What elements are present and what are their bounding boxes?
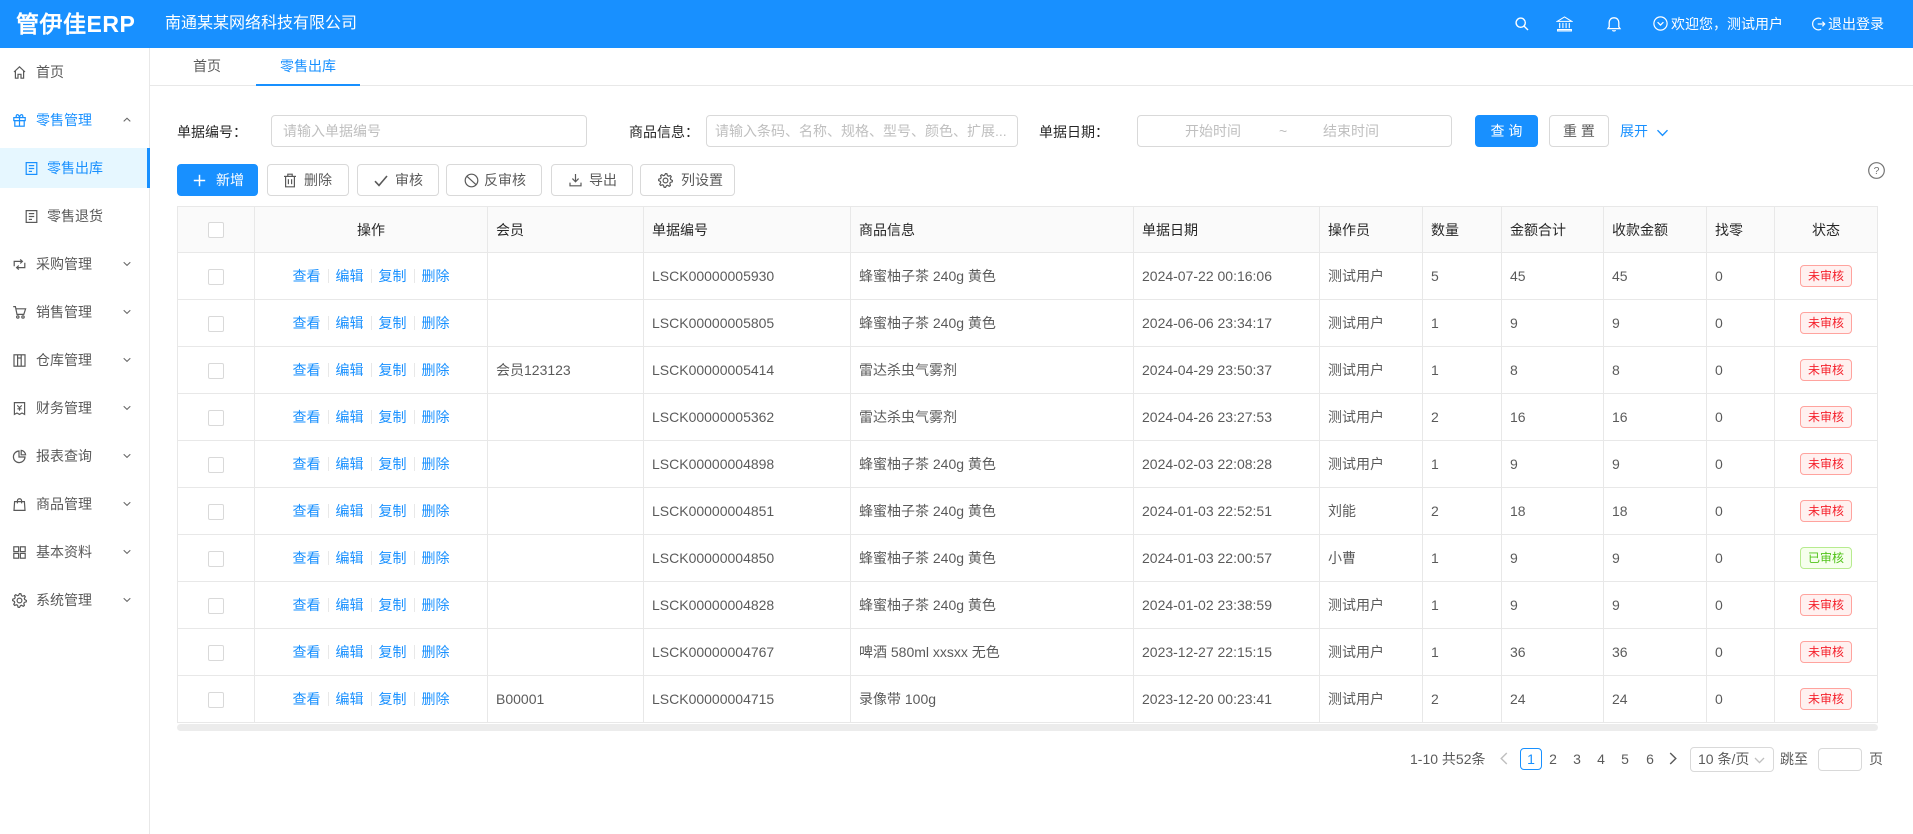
- svg-text:?: ?: [1874, 165, 1880, 177]
